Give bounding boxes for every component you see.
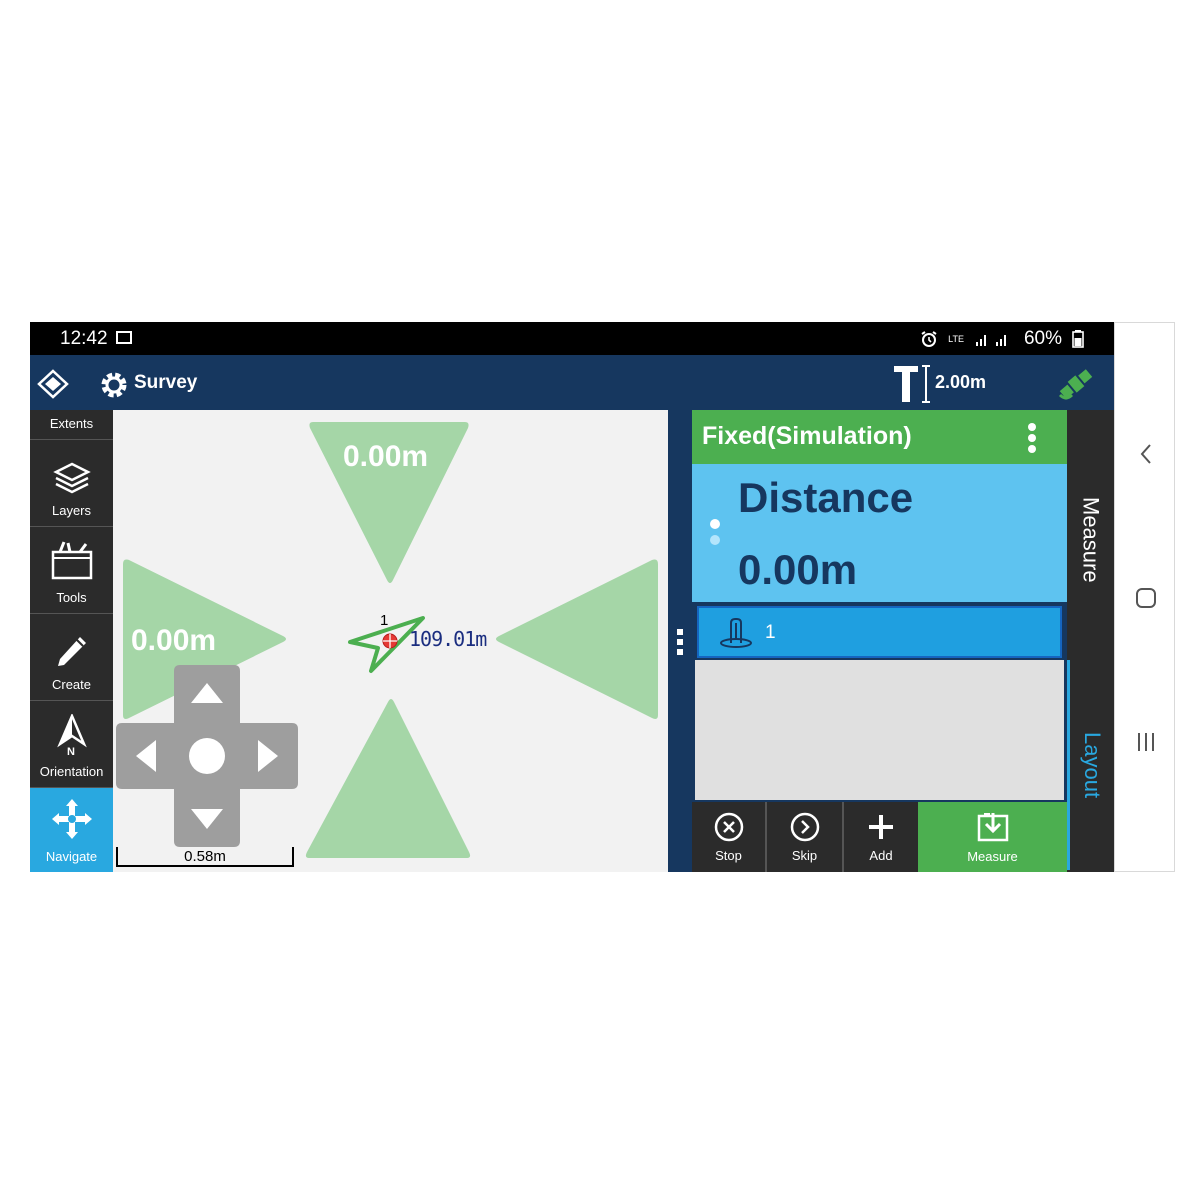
- satellite-icon[interactable]: [1056, 365, 1096, 403]
- battery-icon: [1072, 330, 1084, 348]
- layers-logo-icon[interactable]: [35, 369, 75, 399]
- gnss-status-bar: Fixed(Simulation): [692, 410, 1067, 464]
- toolbar-label: Orientation: [39, 764, 104, 779]
- pole-height[interactable]: 2.00m: [935, 372, 986, 393]
- phone-screen: 12:42 LTE 60% Survey 2.00m Extents Layer…: [30, 322, 1175, 872]
- triangle-bottom: [305, 699, 471, 858]
- toolbar-orientation[interactable]: N Orientation: [30, 701, 113, 788]
- status-right: LTE 60%: [920, 328, 1084, 350]
- toolbox-icon: [51, 541, 92, 580]
- toolbar-label: Layers: [51, 503, 92, 518]
- pencil-icon: [57, 637, 86, 666]
- app-title: Survey: [134, 372, 198, 393]
- scale-bar: 0.58m: [116, 847, 294, 867]
- toolbar-label: Extents: [49, 416, 94, 431]
- signal-icon: [975, 335, 1006, 346]
- tab-label: Measure: [1078, 497, 1104, 583]
- toolbar-create[interactable]: Create: [30, 614, 113, 701]
- recents-icon: [1137, 733, 1154, 751]
- skip-icon: [790, 812, 819, 841]
- scale-label: 0.58m: [184, 848, 226, 865]
- more-vert-icon[interactable]: [1027, 422, 1037, 454]
- north-arrow-icon: N: [56, 714, 87, 756]
- dpad-center-icon: [189, 738, 225, 774]
- image-notification-icon: [116, 331, 132, 344]
- toolbar-tools[interactable]: Tools: [30, 527, 113, 614]
- survey-point-icon: [720, 618, 752, 648]
- plus-icon: [869, 814, 893, 839]
- add-label: Add: [869, 847, 893, 863]
- tab-measure[interactable]: Measure: [1067, 450, 1114, 630]
- toolbar-label: Navigate: [45, 849, 98, 864]
- measure-label: Measure: [967, 848, 1018, 864]
- status-time: 12:42: [60, 328, 108, 349]
- toolbar-layers[interactable]: Layers: [30, 440, 113, 527]
- pole-icon[interactable]: [892, 364, 934, 404]
- tab-layout[interactable]: Layout: [1067, 660, 1114, 870]
- home-icon: [1135, 588, 1156, 608]
- distance-card[interactable]: Distance 0.00m: [692, 464, 1067, 602]
- nav-home-button[interactable]: [1115, 587, 1176, 609]
- measure-download-icon: [977, 812, 1008, 841]
- svg-text:N: N: [67, 746, 75, 756]
- toolbar-navigate[interactable]: Navigate: [30, 788, 113, 872]
- point-number-label: 1: [380, 612, 389, 629]
- battery-percent: 60%: [1023, 328, 1062, 349]
- toolbar-label: Create: [51, 677, 92, 692]
- right-panel: Fixed(Simulation) Distance 0.00m 1 Stop …: [668, 410, 1114, 872]
- point-list-item[interactable]: 1: [697, 606, 1062, 658]
- stop-label: Stop: [715, 847, 742, 863]
- tab-label: Layout: [1080, 731, 1105, 799]
- alarm-icon: [921, 331, 937, 347]
- left-toolbar: Extents Layers Tools Create N Orientatio…: [30, 410, 113, 872]
- gnss-status: Fixed(Simulation): [702, 422, 912, 450]
- network-type: LTE: [948, 334, 964, 344]
- nav-recents-button[interactable]: [1115, 731, 1176, 753]
- vertical-tabs: Measure Layout: [1067, 410, 1114, 872]
- gear-icon[interactable]: [98, 369, 130, 401]
- android-nav-bar: [1114, 322, 1175, 872]
- top-offset-label: 0.00m: [343, 440, 429, 473]
- skip-label: Skip: [791, 847, 818, 863]
- stop-button[interactable]: Stop: [692, 802, 765, 872]
- layers-icon: [52, 462, 91, 494]
- action-bar: Stop Skip Add Measure: [692, 802, 1067, 872]
- map-view[interactable]: 0.00m 0.00m 1 109.01m 0.58m: [113, 410, 668, 872]
- metric-value: 0.00m: [738, 546, 858, 593]
- page-dots-icon: [710, 519, 720, 545]
- app-bar: Survey 2.00m: [30, 355, 1114, 410]
- move-icon: [51, 799, 92, 839]
- toolbar-extents[interactable]: Extents: [30, 410, 113, 440]
- skip-button[interactable]: Skip: [767, 802, 842, 872]
- point-list-area[interactable]: [695, 660, 1064, 800]
- add-button[interactable]: Add: [844, 802, 918, 872]
- nav-back-button[interactable]: [1115, 443, 1176, 465]
- toolbar-label: Tools: [56, 590, 87, 605]
- panel-drag-handle-icon[interactable]: [676, 628, 684, 656]
- triangle-right: [496, 559, 658, 719]
- metric-label: Distance: [738, 474, 914, 521]
- left-offset-label: 0.00m: [131, 624, 217, 657]
- status-bar: 12:42 LTE 60%: [30, 322, 1114, 355]
- dpad-control[interactable]: [116, 665, 298, 847]
- back-icon: [1140, 444, 1151, 464]
- point-row-number: 1: [765, 622, 776, 643]
- measure-button[interactable]: Measure: [918, 802, 1067, 872]
- point-distance-label: 109.01m: [409, 627, 487, 651]
- stop-icon: [714, 812, 743, 841]
